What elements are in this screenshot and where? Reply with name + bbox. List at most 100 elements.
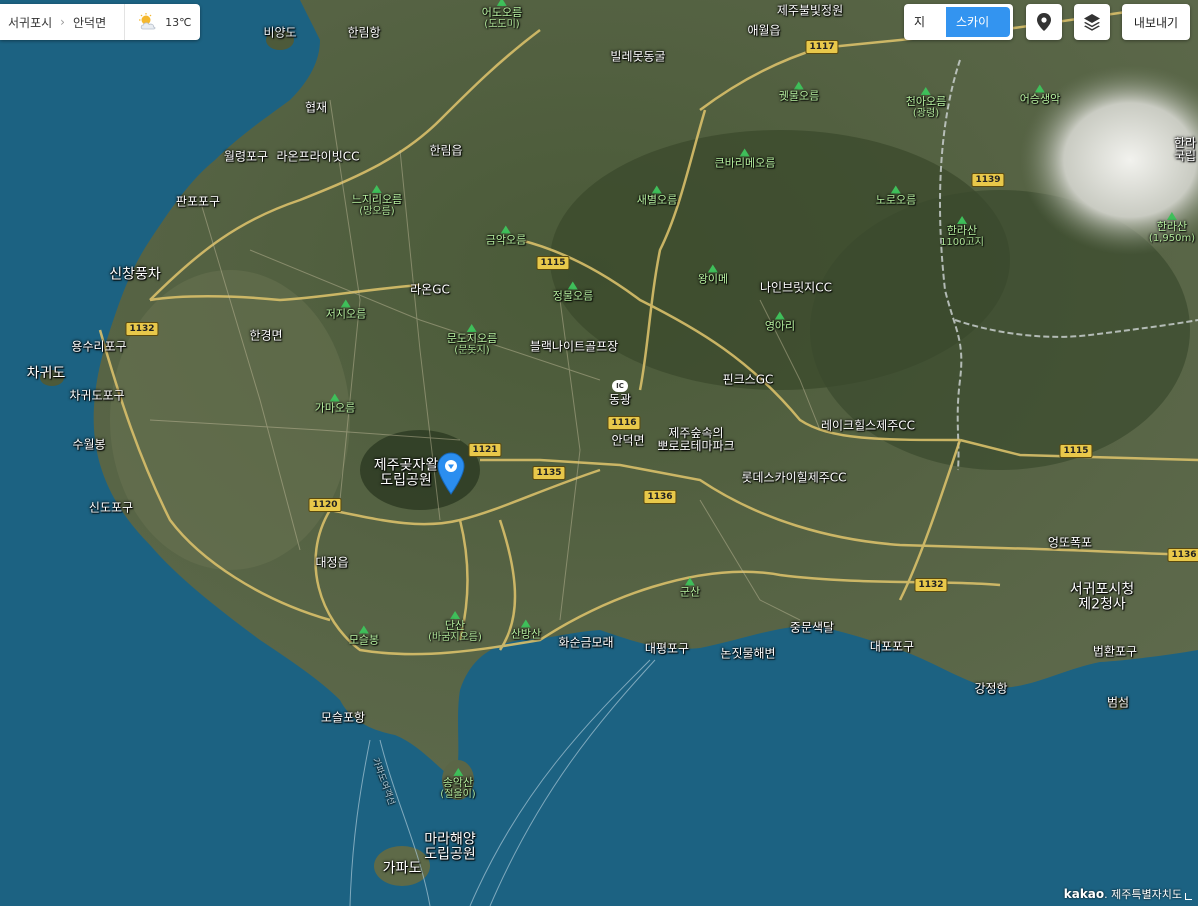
mara-line1: 마라해양 xyxy=(424,831,476,848)
map-label-gunsan[interactable]: 군산 xyxy=(680,577,700,598)
map-label-hangyeong-myeon[interactable]: 한경면 xyxy=(249,329,282,342)
breadcrumb-region[interactable]: 서귀포시 xyxy=(0,14,60,31)
songaksan-name: 송악산 xyxy=(442,775,474,789)
neujigeori-name: 느지리오름 xyxy=(351,192,403,206)
map-label-yeongari[interactable]: 영아리 xyxy=(765,311,795,332)
map-label-noro-oreum[interactable]: 노로오름 xyxy=(876,185,916,206)
map-label-sanbangsan[interactable]: 산방산 xyxy=(511,619,541,640)
halla-village-line2: 국립 xyxy=(1173,149,1197,163)
map-label-chagwido-port[interactable]: 차귀도포구 xyxy=(69,389,124,402)
road-shield: 1139 xyxy=(971,173,1005,187)
map-label-sinchang-windmill[interactable]: 신창풍차 xyxy=(109,266,161,282)
map-label-jungmun-saekdal[interactable]: 중문색달 xyxy=(790,621,834,634)
map-label-gotjawal-park[interactable]: 제주곶자왈 도립공원 xyxy=(373,457,439,490)
map-label-woryeong-port[interactable]: 월령포구 xyxy=(224,150,268,163)
map-label-gama-oreum[interactable]: 가마오름 xyxy=(315,393,355,414)
map-label-andeok-myeon[interactable]: 안덕면 xyxy=(611,434,644,447)
map-label-hallasan-1100[interactable]: 한라산 1100고지 xyxy=(940,216,984,248)
map-label-eongtto-falls[interactable]: 엉또폭포 xyxy=(1048,536,1092,549)
map-label-mara-marine-park[interactable]: 마라해양 도립공원 xyxy=(424,831,476,864)
road-shield: 1115 xyxy=(536,256,570,270)
map-label-neujigeori-oreum[interactable]: 느지리오름 (망오름) xyxy=(352,185,403,217)
map-label-pinx-gc[interactable]: 핀크스GC xyxy=(723,373,774,386)
map-label-dansan[interactable]: 단산 (바굼지오름) xyxy=(428,611,482,643)
map-label-chagwido[interactable]: 차귀도 xyxy=(27,365,66,381)
map-label-gapado[interactable]: 가파도 xyxy=(383,860,422,876)
map-label-biyangdo[interactable]: 비양도 xyxy=(263,26,296,39)
map-label-billemot-cave[interactable]: 빌레못동굴 xyxy=(610,50,665,63)
interchange-icon: IC xyxy=(612,380,628,392)
map-label-jeoji-oreum[interactable]: 저지오름 xyxy=(326,299,366,320)
gotjawal-line1: 제주곶자왈 xyxy=(373,457,439,474)
location-marker-icon[interactable] xyxy=(437,452,465,496)
seogwipo-hall-line2: 제2청사 xyxy=(1078,597,1126,613)
map-label-yongsuri-port[interactable]: 용수리포구 xyxy=(71,340,126,353)
map-label-beomseom[interactable]: 범섬 xyxy=(1107,696,1129,709)
map-attribution: kakao. 제주특별자치도 xyxy=(1064,886,1182,902)
map-label-hallim-eup[interactable]: 한림읍 xyxy=(429,144,462,157)
export-button[interactable]: 내보내기 xyxy=(1122,4,1190,40)
logo-dot: . xyxy=(1104,888,1108,901)
location-breadcrumb: 서귀포시 › 안덕면 13℃ xyxy=(0,4,200,40)
jeju-forest-line2: 뽀로로테마파크 xyxy=(657,439,735,453)
weather-widget[interactable]: 13℃ xyxy=(125,13,191,31)
eodo-oreum-name: 어도오름 xyxy=(481,5,523,19)
map-view-button[interactable]: 지도 xyxy=(904,4,946,40)
map-label-sindo-port[interactable]: 신도포구 xyxy=(89,501,133,514)
map-label-cheona-oreum[interactable]: 천아오름 (광령) xyxy=(906,87,946,119)
map-label-eoseungsaeng[interactable]: 어승생악 xyxy=(1020,84,1060,105)
breadcrumb-subregion[interactable]: 안덕면 xyxy=(65,14,114,31)
map-label-donggwang[interactable]: 동광 xyxy=(609,393,631,406)
road-shield: 1120 xyxy=(308,498,342,512)
my-location-button[interactable] xyxy=(1026,4,1062,40)
dansan-name: 단산 xyxy=(444,618,466,632)
satellite-map[interactable] xyxy=(0,0,1198,906)
map-label-nonjit-beach[interactable]: 논짓물해변 xyxy=(720,647,775,660)
map-label-jeju-forest-pororo[interactable]: 제주숲속의 뽀로로테마파크 xyxy=(657,426,735,453)
map-label-nine-bridge-cc[interactable]: 나인브릿지CC xyxy=(760,281,832,294)
map-label-laon-gc[interactable]: 라온GC xyxy=(410,283,450,296)
map-label-moseulpo-port[interactable]: 모슬포항 xyxy=(321,711,365,724)
map-label-keunbari-oreum[interactable]: 큰바리메오름 xyxy=(715,148,776,169)
map-label-daejeong-eup[interactable]: 대정읍 xyxy=(315,556,348,569)
road-shield: 1132 xyxy=(125,322,159,336)
map-label-jeju-bulbit[interactable]: 제주불빛정원 xyxy=(777,4,843,17)
map-label-black-night-golf[interactable]: 블랙나이트골프장 xyxy=(530,340,618,353)
map-label-daepo-port[interactable]: 대포포구 xyxy=(870,640,914,653)
map-label-mundoji-oreum[interactable]: 문도지오름 (문돗지) xyxy=(447,324,498,356)
map-label-moseulbong[interactable]: 모슬봉 xyxy=(349,625,379,646)
road-shield: 1121 xyxy=(468,443,502,457)
map-label-daepyeong-port[interactable]: 대평포구 xyxy=(645,642,689,655)
map-label-gangjeong-port[interactable]: 강정항 xyxy=(974,682,1007,695)
weather-temperature: 13℃ xyxy=(165,15,192,29)
cheona-oreum-sub: (광령) xyxy=(912,108,940,120)
map-label-hwasun-beach[interactable]: 화순금모래 xyxy=(558,636,613,649)
map-label-hallasan-peak[interactable]: 한라산 (1,950m) xyxy=(1149,212,1195,244)
map-label-halla-village[interactable]: 한라 국립 xyxy=(1173,136,1197,163)
province-label: 제주특별자치도 xyxy=(1111,888,1182,901)
hallasan-peak-name: 한라산 xyxy=(1156,219,1188,233)
map-label-songaksan[interactable]: 송악산 (절울이) xyxy=(440,768,475,800)
map-label-lakehills-cc[interactable]: 레이크힐스제주CC xyxy=(821,419,915,432)
map-label-beophwan-port[interactable]: 법환포구 xyxy=(1093,645,1137,658)
map-label-eodo-oreum[interactable]: 어도오름 (도도미) xyxy=(482,0,522,30)
map-label-lotte-skyhill-cc[interactable]: 롯데스카이힐제주CC xyxy=(741,471,846,484)
map-label-suwolbong[interactable]: 수월봉 xyxy=(72,438,105,451)
map-label-seogwipo-city-hall[interactable]: 서귀포시청 제2청사 xyxy=(1069,581,1135,614)
skyview-button[interactable]: 스카이뷰 xyxy=(946,7,1010,37)
layers-button[interactable] xyxy=(1074,4,1110,40)
map-label-laon-private-cc[interactable]: 라온프라이빗CC xyxy=(277,150,360,163)
map-label-kettle-oreum[interactable]: 궷물오름 xyxy=(779,81,819,102)
map-label-wangime[interactable]: 왕이메 xyxy=(698,264,728,285)
eodo-oreum-sub: (도도미) xyxy=(484,19,520,31)
map-label-jeongmul-oreum[interactable]: 정물오름 xyxy=(553,281,593,302)
map-label-saebyeol-oreum[interactable]: 새별오름 xyxy=(637,185,677,206)
map-label-hallim-port[interactable]: 한림항 xyxy=(347,26,380,39)
kakao-logo: kakao xyxy=(1063,887,1105,901)
songaksan-sub: (절울이) xyxy=(440,789,476,801)
map-label-hyeopjae[interactable]: 협재 xyxy=(305,101,327,114)
map-label-aewol-eup[interactable]: 애월읍 xyxy=(747,24,780,37)
map-label-panpo-port[interactable]: 판포포구 xyxy=(176,195,220,208)
map-label-geumak-oreum[interactable]: 금악오름 xyxy=(486,225,526,246)
seogwipo-hall-line1: 서귀포시청 xyxy=(1069,581,1135,598)
